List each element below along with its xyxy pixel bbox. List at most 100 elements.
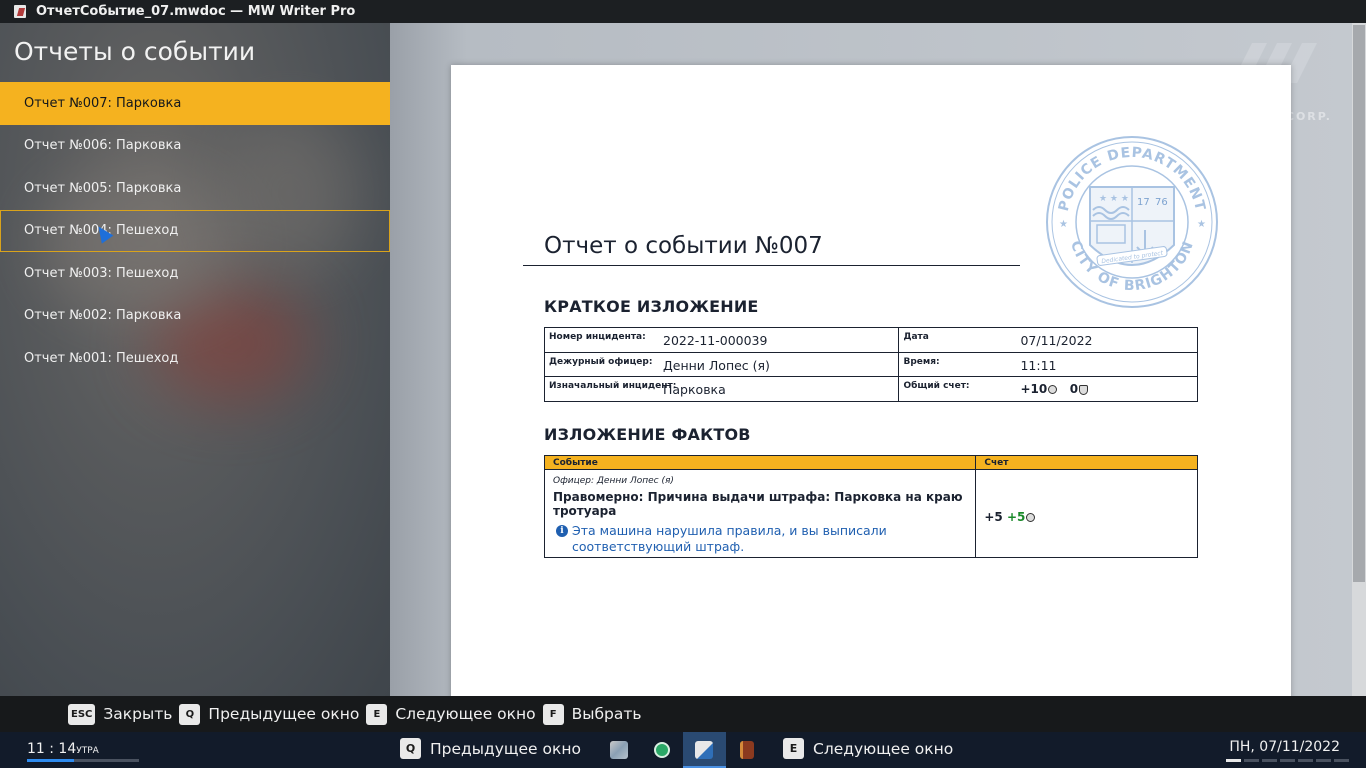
report-item-label: Отчет №007: Парковка bbox=[24, 95, 182, 111]
hint-select[interactable]: Выбрать bbox=[572, 705, 642, 723]
hint-close[interactable]: Закрыть bbox=[103, 705, 172, 723]
report-item-label: Отчет №003: Пешеход bbox=[24, 265, 179, 281]
table-row: Изначальный инцидент: Парковка Общий сче… bbox=[543, 376, 1198, 402]
facts-heading: ИЗЛОЖЕНИЕ ФАКТОВ bbox=[544, 425, 751, 444]
incident-number-label: Номер инцидента: bbox=[549, 332, 646, 342]
total-points: +10 bbox=[1020, 382, 1048, 396]
seal-year-left: 17 bbox=[1137, 197, 1150, 208]
scrollbar-thumb[interactable] bbox=[1353, 25, 1365, 582]
officer-label: Дежурный офицер: bbox=[549, 356, 653, 367]
book-app-icon bbox=[739, 741, 754, 759]
taskbar-writer-app[interactable] bbox=[683, 732, 726, 768]
pager-page[interactable] bbox=[1298, 759, 1313, 762]
report-document: POLICE DEPARTMENT CITY OF BRIGHTON ★ ★ ★… bbox=[451, 65, 1291, 696]
report-item-001[interactable]: Отчет №001: Пешеход bbox=[0, 337, 390, 380]
officer-value: Денни Лопес (я) bbox=[663, 357, 770, 373]
summary-heading: КРАТКОЕ ИЗЛОЖЕНИЕ bbox=[544, 297, 759, 316]
seal-year-right: 76 bbox=[1155, 197, 1168, 208]
e-key-icon: E bbox=[366, 703, 388, 725]
police-seal-icon: POLICE DEPARTMENT CITY OF BRIGHTON ★ ★ ★… bbox=[1046, 136, 1218, 308]
total-score-cell: Общий счет: +10 0 bbox=[898, 376, 1198, 402]
taskbar-next-window[interactable]: E Следующее окно bbox=[783, 738, 953, 759]
writer-app-icon bbox=[695, 741, 714, 759]
document-title: Отчет о событии №007 bbox=[544, 233, 823, 259]
svg-text:★: ★ bbox=[1059, 219, 1068, 230]
contacts-app-icon bbox=[653, 742, 670, 758]
info-icon: i bbox=[556, 525, 568, 537]
score-cell: +5 +5 bbox=[975, 469, 1198, 558]
taskbar-previous-window[interactable]: Q Предыдущее окно bbox=[400, 738, 581, 759]
report-item-006[interactable]: Отчет №006: Парковка bbox=[0, 125, 390, 168]
report-item-002[interactable]: Отчет №002: Парковка bbox=[0, 295, 390, 338]
svg-text:★ ★ ★: ★ ★ ★ bbox=[1099, 194, 1129, 204]
initial-incident-value: Парковка bbox=[663, 382, 726, 397]
score-base: +5 bbox=[984, 510, 1003, 524]
facts-table: Событие Счет Офицер: Денни Лопес (я) Пра… bbox=[543, 455, 1198, 558]
time-label: Время: bbox=[903, 356, 940, 367]
taskbar-book-app[interactable] bbox=[726, 732, 769, 768]
e-key-icon: E bbox=[783, 738, 804, 759]
total-score-value: +10 0 bbox=[1020, 382, 1089, 396]
report-item-label: Отчет №005: Парковка bbox=[24, 180, 182, 196]
pager-page[interactable] bbox=[1334, 759, 1349, 762]
taskbar-apps bbox=[598, 732, 768, 768]
table-row: Номер инцидента: 2022-11-000039 Дата 07/… bbox=[543, 327, 1198, 353]
report-item-007[interactable]: Отчет №007: Парковка bbox=[0, 82, 390, 125]
shield-penalty-icon bbox=[1079, 384, 1089, 395]
document-scrollbar[interactable] bbox=[1352, 23, 1366, 696]
pager-page[interactable] bbox=[1226, 759, 1241, 762]
fact-score: +5 +5 bbox=[984, 510, 1197, 524]
total-score-label: Общий счет: bbox=[903, 381, 970, 391]
fact-officer: Офицер: Денни Лопес (я) bbox=[553, 476, 674, 486]
pager-page[interactable] bbox=[1316, 759, 1331, 762]
report-item-004[interactable]: Отчет №004: Пешеход bbox=[0, 209, 390, 252]
report-item-003[interactable]: Отчет №003: Пешеход bbox=[0, 252, 390, 295]
sidebar-heading: Отчеты о событии bbox=[14, 37, 256, 66]
day-progress-bar bbox=[27, 759, 139, 762]
corp-logo-text: CORP. bbox=[1285, 110, 1332, 123]
svg-text:★: ★ bbox=[1197, 219, 1206, 230]
clock-time: 11 : 14 bbox=[27, 741, 77, 757]
hint-next-window[interactable]: Следующее окно bbox=[395, 705, 535, 723]
taskbar: 11 : 14УТРА Q Предыдущее окно E Следующе… bbox=[0, 732, 1366, 768]
fact-note-text: Эта машина нарушила правила, и вы выписа… bbox=[572, 523, 887, 554]
score-column-header: Счет bbox=[975, 455, 1198, 470]
incident-number-cell: Номер инцидента: 2022-11-000039 bbox=[543, 327, 900, 353]
report-item-005[interactable]: Отчет №005: Парковка bbox=[0, 167, 390, 210]
incident-number-value: 2022-11-000039 bbox=[663, 333, 768, 348]
badge-points-icon bbox=[1026, 513, 1036, 522]
document-viewport: CORP. POLICE DEPARTMENT CITY OF BRIGHTON… bbox=[390, 23, 1352, 696]
desktop-pager bbox=[1226, 759, 1349, 762]
window-title: ОтчетСобытие_07.mwdoc — MW Writer Pro bbox=[36, 4, 356, 19]
table-header-row: Событие Счет bbox=[543, 455, 1198, 470]
pager-page[interactable] bbox=[1280, 759, 1295, 762]
date-cell: Дата 07/11/2022 bbox=[898, 327, 1198, 353]
day-progress-fill bbox=[27, 759, 75, 762]
hint-previous-window[interactable]: Предыдущее окно bbox=[208, 705, 359, 723]
report-list: Отчет №007: Парковка Отчет №006: Парковк… bbox=[0, 82, 390, 380]
taskbar-next-label: Следующее окно bbox=[813, 739, 954, 758]
initial-incident-cell: Изначальный инцидент: Парковка bbox=[543, 376, 900, 402]
taskbar-map-app[interactable] bbox=[598, 732, 641, 768]
control-hints-bar: ESC Закрыть Q Предыдущее окно E Следующе… bbox=[0, 696, 1366, 732]
title-divider bbox=[523, 265, 1020, 266]
total-penalty: 0 bbox=[1069, 382, 1079, 396]
initial-incident-label: Изначальный инцидент: bbox=[549, 381, 677, 391]
report-item-label: Отчет №001: Пешеход bbox=[24, 350, 179, 366]
title-bar: ОтчетСобытие_07.mwdoc — MW Writer Pro bbox=[0, 0, 1366, 23]
badge-points-icon bbox=[1048, 385, 1058, 394]
map-app-icon bbox=[610, 741, 629, 759]
taskbar-date: ПН, 07/11/2022 bbox=[1229, 739, 1340, 755]
taskbar-previous-label: Предыдущее окно bbox=[430, 739, 581, 758]
report-item-label: Отчет №006: Парковка bbox=[24, 138, 182, 154]
pager-page[interactable] bbox=[1244, 759, 1259, 762]
date-label: Дата bbox=[903, 332, 929, 342]
table-row: Офицер: Денни Лопес (я) Правомерно: Прич… bbox=[543, 469, 1198, 558]
event-column-header: Событие bbox=[543, 455, 977, 470]
pager-page[interactable] bbox=[1262, 759, 1277, 762]
taskbar-contacts-app[interactable] bbox=[641, 732, 684, 768]
time-value: 11:11 bbox=[1020, 357, 1057, 373]
officer-cell: Дежурный офицер: Денни Лопес (я) bbox=[543, 351, 900, 377]
q-key-icon: Q bbox=[179, 703, 201, 725]
score-bonus: +5 bbox=[1006, 510, 1026, 524]
